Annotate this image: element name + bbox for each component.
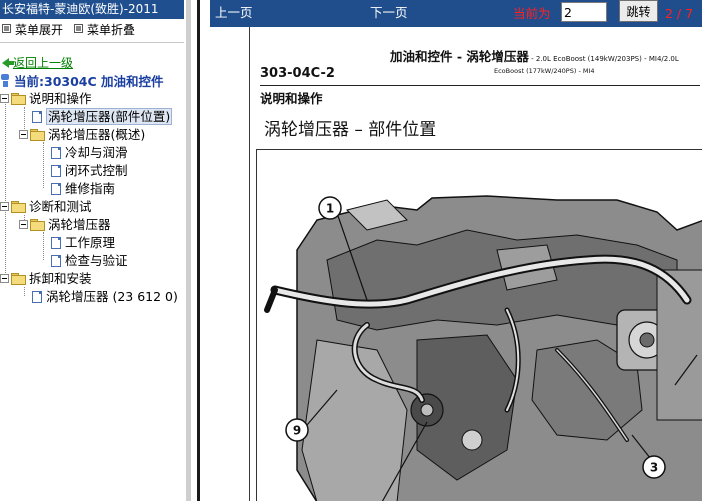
engine-block (296, 195, 702, 501)
tree-folder-diagnosis[interactable]: 诊断和测试 (0, 198, 92, 215)
tree-folder-turbo[interactable]: 涡轮增压器 (19, 216, 111, 233)
doc-header-title: 加油和控件 - 涡轮增压器 (390, 49, 529, 64)
tree-connector (24, 287, 25, 296)
tree-item-closed-loop[interactable]: 闭环式控制 (51, 162, 128, 179)
menu-expand-button[interactable]: 菜单展开 (2, 19, 63, 41)
back-link-label: 返回上一级 (13, 56, 74, 70)
square-icon (74, 24, 83, 33)
tree-folder-instructions[interactable]: 说明和操作 (0, 90, 92, 107)
tree-item-turbo-removal[interactable]: 涡轮增压器 (23 612 0) (32, 288, 178, 305)
document-icon (51, 237, 61, 249)
current-location: 当前:30304C 加油和控件 (0, 71, 164, 90)
menu-bar: 菜单展开 菜单折叠 (0, 19, 184, 41)
folder-open-icon (11, 93, 26, 105)
folder-open-icon (30, 219, 45, 231)
tree-connector (5, 95, 6, 281)
callout-1-label: 1 (326, 202, 334, 216)
header-rule (260, 85, 700, 86)
tree-item-cooling[interactable]: 冷却与润滑 (51, 144, 128, 161)
doc-header-subtitle: - 2.0L EcoBoost (149kW/203PS) - MI4/2.0L (528, 55, 679, 63)
callout-9-label: 9 (293, 424, 301, 438)
page-title: 涡轮增压器 – 部件位置 (264, 120, 437, 140)
page-number-input[interactable] (561, 2, 607, 22)
tree-item-working-principle[interactable]: 工作原理 (51, 234, 115, 251)
splitter-edge (197, 0, 200, 501)
computer-icon (0, 74, 11, 88)
folder-open-icon (11, 273, 26, 285)
back-arrow-icon (2, 58, 14, 68)
page-count: 2 / 7 (665, 6, 694, 21)
collapse-icon (0, 274, 9, 283)
document-icon (51, 183, 61, 195)
document-icon (51, 147, 61, 159)
right-frame: 上一页 下一页 当前为 跳转 2 / 7 加油和控件 - 涡轮增压器 - 2.0… (210, 0, 702, 501)
tree-item-service-guide[interactable]: 维修指南 (51, 180, 115, 197)
folder-open-icon (11, 201, 26, 213)
menu-collapse-button[interactable]: 菜单折叠 (74, 19, 135, 41)
left-frame: 长安福特-蒙迪欧(致胜)-2011 菜单展开 菜单折叠 返回上一级 当前:303… (0, 0, 184, 501)
callout-1: 1 (318, 196, 342, 220)
callout-9: 9 (285, 418, 309, 442)
next-page-link[interactable]: 下一页 (370, 0, 408, 25)
tree-connector (43, 142, 44, 188)
document-icon (51, 165, 61, 177)
folder-open-icon (30, 129, 45, 141)
back-link[interactable]: 返回上一级 (2, 54, 73, 71)
go-button[interactable]: 跳转 (619, 0, 658, 22)
splitter-bar (186, 0, 191, 501)
callout-3: 3 (642, 455, 666, 479)
prev-page-link[interactable]: 上一页 (215, 0, 253, 25)
tree-connector (43, 232, 44, 260)
tree-item-inspection[interactable]: 检查与验证 (51, 252, 128, 269)
tree-folder-removal[interactable]: 拆卸和安装 (0, 270, 92, 287)
app-title: 长安福特-蒙迪欧(致胜)-2011 (0, 0, 184, 19)
collapse-icon (0, 94, 9, 103)
square-icon (2, 24, 11, 33)
section-heading: 说明和操作 (260, 91, 323, 106)
collapse-icon (19, 130, 28, 139)
engine-illustration: 1 9 3 (256, 149, 702, 501)
document-page: 加油和控件 - 涡轮增压器 - 2.0L EcoBoost (149kW/203… (249, 27, 702, 501)
doc-header-subtitle-2: EcoBoost (177kW/240PS) - MI4 (494, 67, 595, 75)
section-number: 303-04C-2 (260, 66, 335, 81)
page-label: 当前为 (513, 6, 551, 21)
engine-drawing: 1 9 3 (264, 195, 702, 501)
callout-3-label: 3 (650, 461, 658, 475)
doc-header: 加油和控件 - 涡轮增压器 - 2.0L EcoBoost (149kW/203… (390, 46, 679, 65)
collapse-icon (0, 202, 9, 211)
current-location-label: 当前:30304C 加油和控件 (14, 74, 164, 89)
tree-item-turbo-location[interactable]: 涡轮增压器(部件位置) (32, 108, 173, 125)
menu-expand-label: 菜单展开 (15, 23, 64, 37)
document-icon (32, 111, 42, 123)
collapse-icon (19, 220, 28, 229)
menu-collapse-label: 菜单折叠 (87, 23, 136, 37)
divider (0, 42, 184, 43)
document-icon (32, 291, 42, 303)
tree-folder-turbo-overview[interactable]: 涡轮增压器(概述) (19, 126, 145, 143)
frame-splitter[interactable] (184, 0, 210, 501)
document-icon (51, 255, 61, 267)
